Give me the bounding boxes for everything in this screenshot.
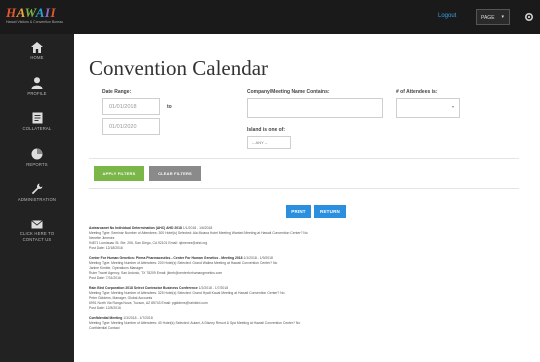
list-item[interactable]: Confidential Meeting 1/3/2018 - 1/7/2018… (89, 316, 529, 331)
document-icon (32, 112, 42, 124)
result-dates: 1/2/2018 - 1/7/2018 (198, 286, 229, 290)
pie-chart-icon (31, 148, 43, 160)
result-dates: 1/1/2018 - 1/6/2018 (182, 226, 213, 230)
date-range-to-label: to (167, 104, 172, 110)
result-post-date: Post Date: 12/8/2016 (89, 306, 121, 310)
actions-divider (89, 188, 519, 189)
company-name-input[interactable] (247, 98, 383, 118)
sidebar-item-collateral[interactable]: COLLATERAL (0, 112, 74, 146)
result-post-date: Post Date: 7/31/2016 (89, 276, 121, 280)
user-icon (31, 77, 43, 89)
result-title[interactable]: Confidential Meeting (89, 316, 122, 320)
wrench-icon (31, 183, 43, 195)
result-dates: 1/1/2018 - 1/9/2018 (243, 256, 273, 260)
logout-link[interactable]: Logout (438, 13, 456, 19)
clear-filters-button[interactable]: CLEAR FILTERS (149, 166, 201, 181)
sidebar-item-label: PROFILE (27, 91, 47, 96)
top-bar: HAWAII Hawaii Visitors & Convention Bure… (0, 0, 540, 34)
logo-tagline: Hawaii Visitors & Convention Bureau (6, 20, 64, 24)
result-title[interactable]: Center For Human Genetics: Pirma Pharmac… (89, 256, 243, 260)
sidebar-item-home[interactable]: HOME (0, 42, 74, 76)
result-contact: Confidential Contact (89, 326, 120, 330)
logo[interactable]: HAWAII Hawaii Visitors & Convention Bure… (6, 5, 64, 26)
envelope-icon (31, 220, 43, 229)
page-select-label: PAGE (481, 15, 495, 21)
sidebar-item-label: COLLATERAL (22, 126, 52, 131)
chevron-down-icon: ▾ (451, 104, 454, 109)
sidebar-item-reports[interactable]: REPORTS (0, 148, 74, 182)
attendees-select[interactable]: ▾ (396, 98, 460, 118)
result-title[interactable]: Rain Bird Corporation 2018 Select Contra… (89, 286, 198, 290)
result-post-date: Post Date: 12/18/2016 (89, 246, 123, 250)
chevron-down-icon: ▾ (501, 14, 504, 20)
result-dates: 1/3/2018 - 1/7/2018 (123, 316, 153, 320)
logo-wordmark: HAWAII (6, 5, 57, 20)
print-button[interactable]: PRINT (286, 205, 311, 218)
list-item[interactable]: Aotearoanet No Individual Determination … (89, 226, 529, 251)
sidebar-item-label: HOME (30, 55, 44, 60)
result-title[interactable]: Aotearoanet No Individual Determination … (89, 226, 182, 230)
sidebar-item-administration[interactable]: ADMINISTRATION (0, 183, 74, 217)
island-select[interactable]: -- ANY -- (247, 136, 291, 149)
sidebar-item-profile[interactable]: PROFILE (0, 77, 74, 111)
island-label: Island is one of: (247, 127, 286, 133)
apply-filters-button[interactable]: APPLY FILTERS (94, 166, 144, 181)
sidebar-item-label: CLICK HERE TO CONTACT US (19, 231, 55, 242)
date-range-label: Date Range: (102, 89, 132, 95)
list-item[interactable]: Rain Bird Corporation 2018 Select Contra… (89, 286, 529, 311)
island-select-value: -- ANY -- (252, 140, 268, 145)
page-select[interactable]: PAGE ▾ (476, 9, 510, 25)
sidebar: HOME PROFILE COLLATERAL REPORTS ADMINIST… (0, 34, 74, 362)
sidebar-item-label: REPORTS (26, 162, 48, 167)
sidebar-item-label: ADMINISTRATION (17, 197, 57, 202)
company-name-label: Company/Meeting Name Contains: (247, 89, 330, 95)
sidebar-item-contact[interactable]: CLICK HERE TO CONTACT US (0, 220, 74, 264)
home-icon (31, 42, 43, 53)
list-item[interactable]: Center For Human Genetics: Pirma Pharmac… (89, 256, 529, 281)
date-from-input[interactable]: 01/01/2018 (102, 98, 160, 115)
attendees-label: # of Attendees is: (396, 89, 438, 95)
gear-icon[interactable] (523, 11, 535, 23)
page-title: Convention Calendar (89, 56, 269, 80)
filter-divider (89, 158, 519, 159)
main-content: Convention Calendar Date Range: 01/01/20… (74, 34, 540, 362)
date-to-input[interactable]: 01/01/2020 (102, 118, 160, 135)
return-button[interactable]: RETURN (314, 205, 346, 218)
